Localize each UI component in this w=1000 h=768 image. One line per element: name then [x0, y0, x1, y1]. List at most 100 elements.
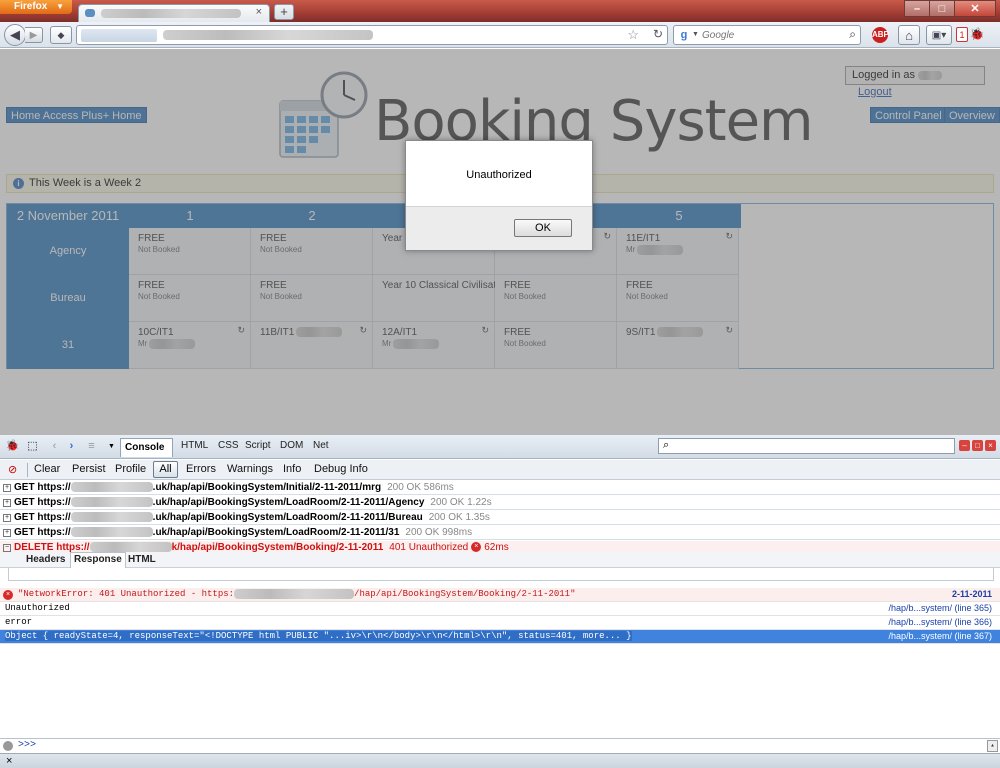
adblock-icon: ABP	[872, 27, 889, 43]
expand-icon[interactable]: +	[3, 484, 11, 492]
request-status: 200 OK 586ms	[387, 482, 454, 493]
firefox-menu-button[interactable]: Firefox ▼	[0, 0, 72, 14]
host-redacted	[70, 512, 153, 523]
google-icon[interactable]: g	[677, 28, 691, 42]
close-icon[interactable]: ×	[985, 440, 996, 451]
persist-button[interactable]: Persist	[72, 463, 106, 475]
filter-debug-info-button[interactable]: Debug Info	[314, 463, 368, 475]
maximize-button[interactable]: □	[929, 0, 955, 17]
request-method: GET	[14, 482, 35, 493]
puzzle-icon: ◆	[57, 29, 65, 40]
request-row[interactable]: + GET https:// .uk/hap/api/BookingSystem/I…	[0, 481, 1000, 495]
console-options-icon[interactable]: ⊘	[8, 463, 17, 476]
filter-warnings-button[interactable]: Warnings	[227, 463, 273, 475]
expand-icon[interactable]: +	[3, 529, 11, 537]
request-row[interactable]: + GET https:// .uk/hap/api/BookingSystem/L…	[0, 526, 1000, 540]
error-source-link[interactable]: 2-11-2011	[952, 588, 992, 601]
chevron-down-icon[interactable]: ▼	[692, 31, 699, 38]
response-tab[interactable]: Response	[70, 552, 126, 568]
close-window-button[interactable]: ✕	[954, 0, 996, 17]
tab-html[interactable]: HTML	[181, 440, 208, 451]
close-tab-icon[interactable]: ×	[256, 6, 262, 18]
new-tab-button[interactable]: +	[274, 4, 294, 20]
ok-button[interactable]: OK	[514, 219, 572, 237]
expand-icon[interactable]: +	[3, 514, 11, 522]
search-bar[interactable]: g ▼ ⌕	[673, 25, 861, 45]
url-bar[interactable]: ☆ ↻	[76, 25, 668, 45]
search-input[interactable]	[702, 28, 832, 42]
window-titlebar: Firefox ▼ × + – □ ✕	[0, 0, 1000, 22]
error-icon: ×	[471, 542, 482, 553]
inspect-icon[interactable]: ⬚	[25, 439, 40, 454]
console-log-entry: error /hap/b...system/ (line 366)	[0, 616, 1000, 630]
detach-icon[interactable]: □	[972, 440, 983, 451]
page-menu-button[interactable]: ▣▾	[926, 25, 952, 45]
request-method: GET	[14, 527, 35, 538]
request-url-prefix: https://	[37, 527, 71, 538]
request-status: 200 OK 1.22s	[430, 497, 492, 508]
request-row[interactable]: + GET https:// .uk/hap/api/BookingSystem/L…	[0, 511, 1000, 525]
request-status: 200 OK 998ms	[405, 527, 473, 538]
tab-dom[interactable]: DOM	[280, 440, 303, 451]
arrow-left-icon: ◀	[10, 27, 20, 42]
list-icon[interactable]: ≡	[84, 439, 99, 454]
html-tab[interactable]: HTML	[128, 554, 156, 565]
site-identity-redacted[interactable]	[81, 29, 157, 42]
home-button[interactable]: ⌂	[898, 25, 920, 45]
arrow-right-icon[interactable]: ›	[64, 439, 79, 454]
forward-button[interactable]: ▶	[25, 27, 43, 43]
log-source-link[interactable]: /hap/b...system/ (line 365)	[888, 602, 992, 615]
page-icon: ▣▾	[931, 29, 947, 41]
filter-info-button[interactable]: Info	[283, 463, 301, 475]
tab-script[interactable]: Script	[245, 440, 271, 451]
clear-button[interactable]: Clear	[34, 463, 60, 475]
request-url-path: .uk/hap/api/BookingSystem/Initial/2-11-2…	[152, 482, 382, 493]
firebug-menu-icon[interactable]: 🐞	[5, 439, 20, 454]
minimize-icon[interactable]: –	[959, 440, 970, 451]
host-redacted	[70, 482, 153, 493]
tab-net[interactable]: Net	[313, 440, 329, 451]
tab-css[interactable]: CSS	[218, 440, 239, 451]
console-object-entry[interactable]: Object { readyState=4, responseText="<!D…	[0, 630, 1000, 644]
adblock-button[interactable]: ABP	[869, 26, 891, 44]
minimize-button[interactable]: –	[904, 0, 930, 17]
back-button[interactable]: ◀	[4, 24, 26, 46]
url-redacted	[234, 588, 355, 599]
dialog-message: Unauthorized	[466, 169, 532, 181]
console-tab[interactable]: Console ▼	[120, 438, 173, 470]
search-icon[interactable]: ⌕	[849, 27, 856, 42]
firebug-icon[interactable]: 🐞	[969, 26, 985, 42]
firebug-search-input[interactable]: ⌕	[658, 438, 955, 454]
request-detail-tabs: Headers Response HTML	[0, 552, 1000, 568]
log-text: Unauthorized	[5, 603, 70, 613]
console-error-entry[interactable]: × "NetworkError: 401 Unauthorized - http…	[0, 588, 1000, 602]
object-inspect-link[interactable]: Object { readyState=4, responseText="<!D…	[5, 631, 632, 641]
collapse-icon[interactable]: −	[3, 544, 11, 552]
filter-errors-button[interactable]: Errors	[186, 463, 216, 475]
filter-all-button[interactable]: All	[153, 461, 178, 478]
arrow-left-icon[interactable]: ‹	[47, 439, 62, 454]
browser-tab[interactable]: ×	[78, 4, 270, 22]
chevron-down-icon[interactable]: ▼	[104, 439, 119, 454]
close-findbar-icon[interactable]: ×	[6, 755, 12, 767]
home-icon: ⌂	[905, 27, 913, 43]
expand-icon[interactable]: ▴	[987, 740, 998, 752]
request-method: GET	[14, 497, 35, 508]
bookmark-star-icon[interactable]: ☆	[627, 27, 639, 43]
headers-tab[interactable]: Headers	[26, 554, 65, 565]
console-command-line[interactable]: >>> ▴	[0, 738, 1000, 753]
expand-icon[interactable]: +	[3, 499, 11, 507]
reload-icon[interactable]: ↻	[653, 27, 663, 41]
request-row[interactable]: + GET https:// .uk/hap/api/BookingSystem/L…	[0, 496, 1000, 510]
notification-badge[interactable]: 1	[956, 27, 968, 42]
log-source-link[interactable]: /hap/b...system/ (line 366)	[888, 616, 992, 629]
profile-button[interactable]: Profile	[115, 463, 146, 475]
request-url-path: .uk/hap/api/BookingSystem/LoadRoom/2-11-…	[152, 527, 400, 538]
response-body	[8, 568, 994, 581]
command-prompt: >>>	[18, 740, 37, 751]
host-redacted	[89, 542, 172, 553]
log-text: error	[5, 617, 33, 627]
identity-button[interactable]: ◆	[50, 26, 72, 44]
log-source-link[interactable]: /hap/b...system/ (line 367)	[888, 630, 992, 643]
request-url-path: .uk/hap/api/BookingSystem/LoadRoom/2-11-…	[152, 512, 423, 523]
